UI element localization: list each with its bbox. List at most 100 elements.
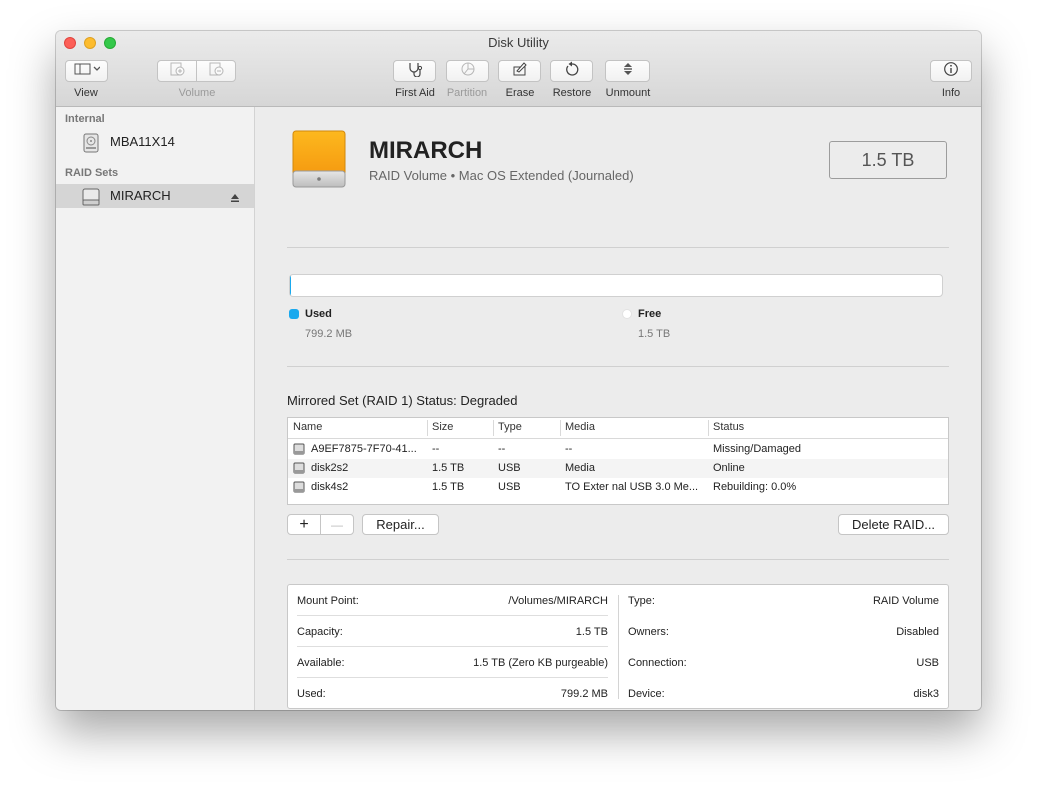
column-header-status[interactable]: Status: [713, 421, 744, 433]
usage-bar-used: [290, 275, 292, 296]
delete-raid-button[interactable]: Delete RAID...: [838, 514, 949, 535]
first-aid-button[interactable]: [393, 60, 436, 82]
cell-name: disk2s2: [311, 462, 349, 474]
info-key: Capacity:: [297, 626, 343, 638]
toolbar: Disk Utility View Volume First Aid Parti…: [56, 31, 981, 107]
add-volume-icon: [169, 61, 185, 82]
info-row-type: Type: RAID Volume: [628, 585, 939, 616]
raid-status: Mirrored Set (RAID 1) Status: Degraded: [287, 393, 518, 408]
unmount-icon: [620, 61, 636, 82]
column-separator: [493, 420, 494, 436]
cell-media: Media: [565, 462, 595, 474]
cell-size: 1.5 TB: [432, 462, 465, 474]
volume-label: Volume: [178, 87, 216, 99]
divider: [287, 247, 949, 248]
repair-label: Repair...: [376, 517, 425, 532]
cell-status: Online: [713, 462, 745, 474]
column-header-name[interactable]: Name: [293, 421, 322, 433]
add-volume-button[interactable]: [157, 60, 197, 82]
info-key: Available:: [297, 657, 345, 669]
sidebar-toggle-icon: [74, 62, 100, 81]
repair-button[interactable]: Repair...: [362, 514, 439, 535]
cell-name: disk4s2: [311, 481, 349, 493]
sidebar-item-mirarch[interactable]: MIRARCH: [56, 184, 254, 208]
first-aid-label: First Aid: [395, 87, 435, 99]
info-row-device: Device: disk3: [628, 678, 939, 709]
volume-subtitle: RAID Volume • Mac OS Extended (Journaled…: [369, 168, 634, 183]
eject-icon[interactable]: [230, 190, 240, 208]
view-button[interactable]: [65, 60, 108, 82]
info-value: USB: [916, 657, 939, 669]
info-row-available: Available: 1.5 TB (Zero KB purgeable): [297, 647, 608, 678]
info-value: RAID Volume: [872, 595, 939, 607]
sidebar: Internal MBA11X14 RAID Sets MIRARCH: [56, 107, 255, 710]
info-value: Disabled: [896, 626, 939, 638]
internal-disk-icon: [82, 133, 100, 158]
unmount-button[interactable]: [605, 60, 650, 82]
usage-bar: [289, 274, 943, 297]
restore-button[interactable]: [550, 60, 593, 82]
erase-label: Erase: [505, 87, 535, 99]
size-badge-value: 1.5 TB: [861, 149, 915, 170]
add-member-button[interactable]: +: [287, 514, 321, 535]
volume-name: MIRARCH: [369, 137, 483, 164]
volume-info-table: Mount Point: /Volumes/MIRARCH Capacity: …: [287, 584, 949, 709]
used-value: 799.2 MB: [305, 328, 353, 340]
sidebar-header-raid: RAID Sets: [65, 167, 119, 179]
column-header-media[interactable]: Media: [565, 421, 595, 433]
info-key: Mount Point:: [297, 595, 359, 607]
info-value: 1.5 TB: [575, 626, 608, 638]
delete-raid-label: Delete RAID...: [851, 517, 936, 532]
info-value: /Volumes/MIRARCH: [508, 595, 608, 607]
info-value: disk3: [913, 688, 939, 700]
free-value: 1.5 TB: [638, 328, 671, 340]
sidebar-item-label: MBA11X14: [110, 134, 175, 149]
erase-button[interactable]: [498, 60, 541, 82]
partition-icon: [460, 61, 476, 82]
cell-size: 1.5 TB: [432, 481, 465, 493]
raid-volume-icon: [291, 129, 347, 196]
cell-status: Rebuilding: 0.0%: [713, 481, 797, 493]
table-row[interactable]: disk4s2 1.5 TB USB TO Exter nal USB 3.0 …: [288, 478, 948, 497]
restore-label: Restore: [552, 87, 592, 99]
used-legend-swatch: [289, 309, 299, 319]
remove-member-button[interactable]: —: [320, 514, 354, 535]
table-row[interactable]: disk2s2 1.5 TB USB Media Online: [288, 459, 948, 478]
info-button[interactable]: [930, 60, 972, 82]
column-header-type[interactable]: Type: [498, 421, 522, 433]
column-separator: [427, 420, 428, 436]
cell-type: USB: [498, 462, 521, 474]
cell-media: TO Exter nal USB 3.0 Me...: [565, 481, 699, 493]
sidebar-header-internal: Internal: [65, 113, 105, 125]
cell-status: Missing/Damaged: [713, 443, 802, 455]
cell-name: A9EF7875-7F70-41...: [311, 443, 417, 455]
info-row-capacity: Capacity: 1.5 TB: [297, 616, 608, 647]
sidebar-item-label: MIRARCH: [110, 188, 171, 203]
partition-button[interactable]: [446, 60, 489, 82]
info-key: Used:: [297, 688, 326, 700]
info-value: 799.2 MB: [560, 688, 608, 700]
info-key: Owners:: [628, 626, 669, 638]
raid-members-table: Name Size Type Media Status A9EF7875-7F7…: [287, 417, 949, 505]
window-title: Disk Utility: [488, 35, 549, 50]
unmount-label: Unmount: [605, 87, 651, 99]
erase-icon: [512, 61, 528, 82]
info-value: 1.5 TB (Zero KB purgeable): [473, 657, 608, 669]
free-label: Free: [638, 308, 662, 320]
table-row[interactable]: A9EF7875-7F70-41... -- -- -- Missing/Dam…: [288, 440, 948, 459]
disk-icon: [293, 481, 305, 496]
add-member-label: +: [299, 515, 309, 533]
cell-type: --: [498, 443, 506, 455]
info-row-mount-point: Mount Point: /Volumes/MIRARCH: [297, 585, 608, 616]
cell-size: --: [432, 443, 440, 455]
remove-volume-button[interactable]: [196, 60, 236, 82]
disk-icon: [293, 462, 305, 477]
stethoscope-icon: [406, 61, 424, 82]
used-label: Used: [305, 308, 332, 320]
info-icon: [943, 61, 959, 82]
info-row-connection: Connection: USB: [628, 647, 939, 678]
size-badge: 1.5 TB: [829, 141, 947, 179]
free-legend-swatch: [622, 309, 632, 319]
sidebar-item-mba11x14[interactable]: MBA11X14: [56, 130, 254, 154]
column-header-size[interactable]: Size: [432, 421, 453, 433]
